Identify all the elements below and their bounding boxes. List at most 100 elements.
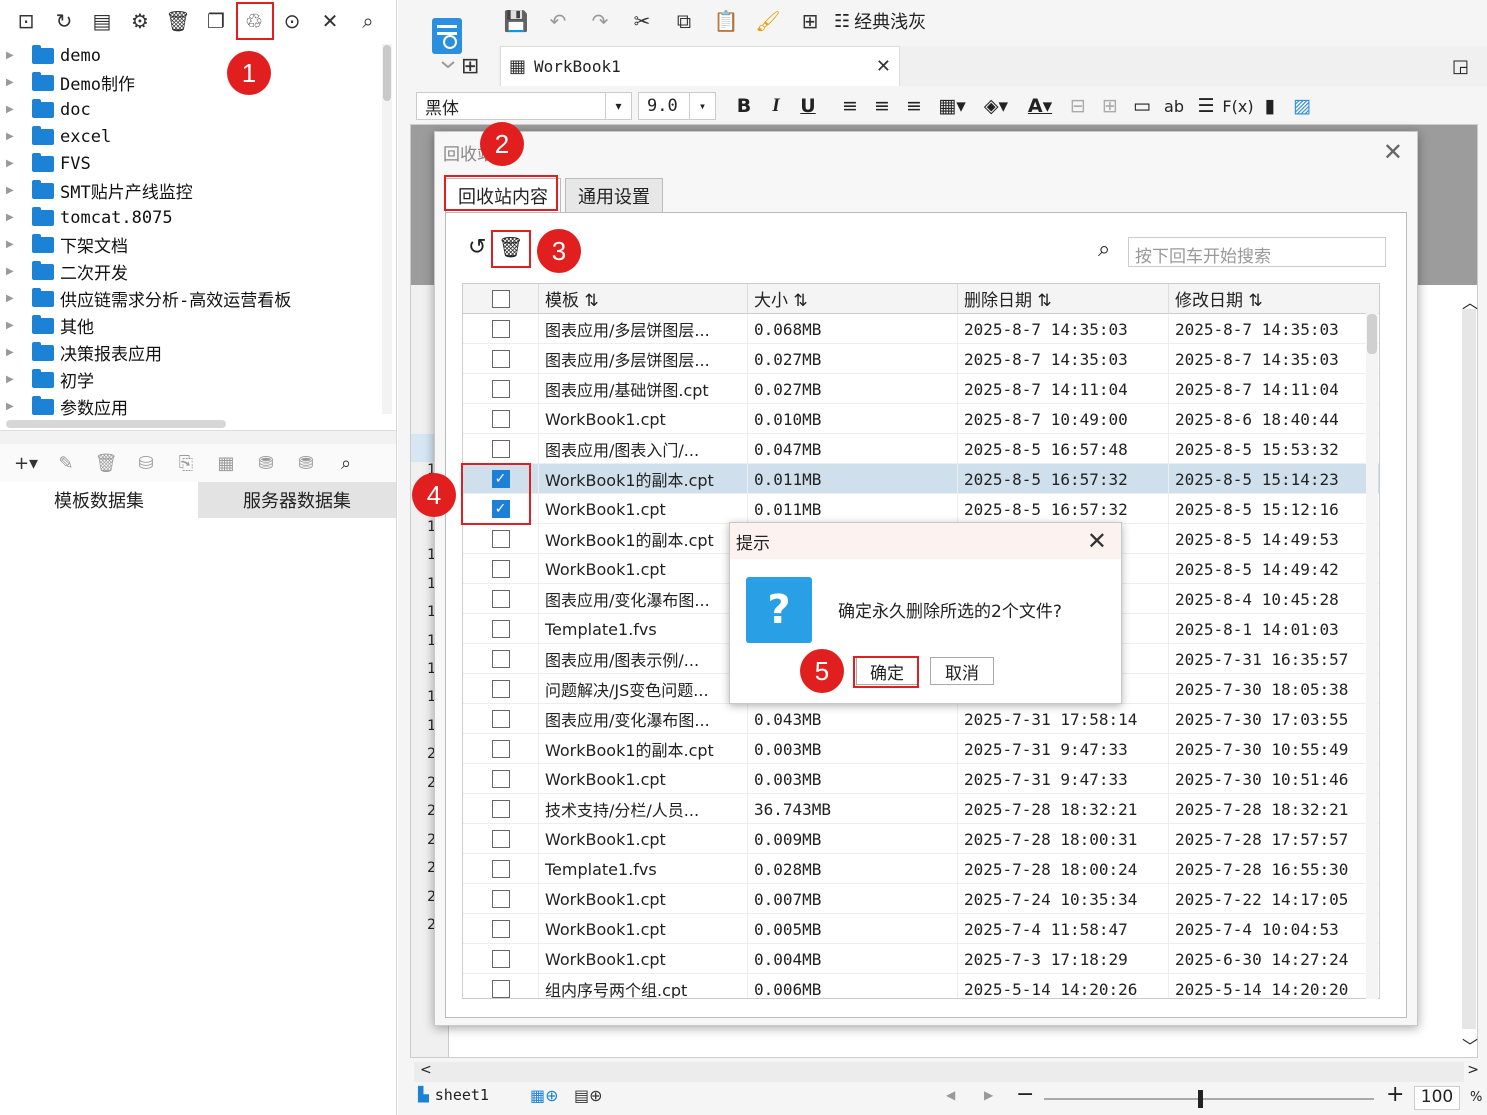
select-all-checkbox[interactable]: [491, 289, 510, 308]
row-checkbox[interactable]: [491, 950, 510, 968]
wrap-icon[interactable]: ☰: [1190, 90, 1222, 122]
search-icon[interactable]: ⌕: [350, 4, 386, 38]
row-checkbox[interactable]: [491, 800, 510, 818]
add-sheet-icon[interactable]: ▦⊕: [530, 1086, 559, 1105]
sheet-vscrollbar[interactable]: ︿ ﹀: [1460, 285, 1478, 1056]
zoom-slider[interactable]: [1044, 1090, 1374, 1108]
align-right-icon[interactable]: ≡: [898, 90, 930, 122]
align-center-icon[interactable]: ≡: [866, 90, 898, 122]
expand-arrow-icon[interactable]: ▶: [6, 239, 18, 250]
tab-template-dataset[interactable]: 模板数据集: [0, 482, 198, 518]
scroll-left-icon[interactable]: <: [420, 1062, 432, 1078]
split-icon[interactable]: ⊞: [1094, 90, 1126, 122]
table-row[interactable]: WorkBook1.cpt 0.007MB 2025-7-24 10:35:34 20…: [463, 884, 1379, 914]
locate-icon[interactable]: ⊙: [274, 4, 310, 38]
table-row[interactable]: WorkBook1.cpt 0.009MB 2025-7-28 18:00:31 20…: [463, 824, 1379, 854]
expand-arrow-icon[interactable]: ▶: [6, 374, 18, 385]
edit-icon[interactable]: ✎: [48, 453, 84, 474]
expand-arrow-icon[interactable]: ▶: [6, 401, 18, 412]
ab-button[interactable]: ab: [1158, 90, 1190, 122]
table-scrollbar[interactable]: [1366, 313, 1378, 999]
redo-icon[interactable]: ↷: [582, 9, 618, 33]
table-row[interactable]: 图表应用/图表入门/... 0.047MB 2025-8-5 16:57:48 202…: [463, 434, 1379, 464]
tree-item[interactable]: ▶ 二次开发: [0, 258, 380, 285]
close-tab-icon[interactable]: ✕: [876, 56, 891, 77]
theme-button[interactable]: ☷ 经典浅灰: [834, 8, 926, 34]
table-row[interactable]: WorkBook1.cpt 0.004MB 2025-7-3 17:18:29 202…: [463, 944, 1379, 974]
tree-scrollbar[interactable]: [382, 44, 392, 414]
new-folder-icon[interactable]: ⊡: [8, 4, 44, 38]
row-checkbox[interactable]: [491, 530, 510, 548]
sheet-scroll-track[interactable]: [1462, 309, 1476, 1029]
italic-button[interactable]: I: [760, 90, 792, 122]
copy-icon[interactable]: ❐: [198, 4, 234, 38]
font-color-button[interactable]: A ▾: [1018, 90, 1062, 122]
table-row[interactable]: WorkBook1.cpt 0.003MB 2025-7-31 9:47:33 202…: [463, 764, 1379, 794]
table-row[interactable]: Template1.fvs 0.028MB 2025-7-28 18:00:24 20…: [463, 854, 1379, 884]
table-row[interactable]: 图表应用/多层饼图层... 0.068MB 2025-8-7 14:35:03 202…: [463, 314, 1379, 344]
tree-item[interactable]: ▶ 其他: [0, 312, 380, 339]
row-checkbox[interactable]: [491, 740, 510, 758]
tree-item[interactable]: ▶ 下架文档: [0, 231, 380, 258]
expand-arrow-icon[interactable]: ▶: [6, 320, 18, 331]
open-icon[interactable]: ▤: [84, 4, 120, 38]
row-checkbox[interactable]: [491, 410, 510, 428]
tree-scroll-thumb[interactable]: [383, 45, 391, 101]
close-icon[interactable]: ✕: [1383, 138, 1403, 166]
dataset-search-icon[interactable]: ⌕: [328, 453, 364, 474]
table-row[interactable]: WorkBook1的副本.cpt 0.003MB 2025-7-31 9:47:33…: [463, 734, 1379, 764]
font-size-select[interactable]: 9.0 ▾: [638, 92, 716, 120]
row-checkbox[interactable]: [491, 620, 510, 638]
row-checkbox[interactable]: [491, 590, 510, 608]
font-family-select[interactable]: 黑体 ▾: [416, 92, 632, 120]
tab-general-settings[interactable]: 通用设置: [565, 178, 663, 212]
align-left-icon[interactable]: ≡: [834, 90, 866, 122]
row-checkbox[interactable]: [491, 770, 510, 788]
row-checkbox[interactable]: [491, 860, 510, 878]
border-icon[interactable]: ▦▾: [930, 90, 974, 122]
expand-arrow-icon[interactable]: ▶: [6, 77, 18, 88]
tree-item[interactable]: ▶ 供应链需求分析-高效运营看板: [0, 285, 380, 312]
tree-item[interactable]: ▶ Demo制作: [0, 69, 380, 96]
add-report-icon[interactable]: ▤⊕: [574, 1086, 603, 1105]
tree-item[interactable]: ▶ demo: [0, 42, 380, 69]
tree-item[interactable]: ▶ tomcat.8075: [0, 204, 380, 231]
expand-arrow-icon[interactable]: ▶: [6, 50, 18, 61]
zoom-out-icon[interactable]: −: [1016, 1082, 1034, 1107]
settings-icon[interactable]: ⚙: [122, 4, 158, 38]
zoom-input[interactable]: 100: [1414, 1086, 1460, 1110]
bold-button[interactable]: B: [728, 90, 760, 122]
format-painter-icon[interactable]: 🖌: [750, 9, 786, 33]
refresh-icon[interactable]: ↻: [46, 4, 82, 38]
prev-page-icon[interactable]: ◀: [946, 1088, 955, 1102]
panel-splitter[interactable]: [0, 430, 396, 444]
expand-arrow-icon[interactable]: ▶: [6, 185, 18, 196]
row-checkbox[interactable]: [491, 380, 510, 398]
tree-item[interactable]: ▶ FVS: [0, 150, 380, 177]
restore-icon[interactable]: ↺: [468, 235, 486, 260]
row-checkbox[interactable]: [491, 830, 510, 848]
recycle-search-input[interactable]: 按下回车开始搜索: [1128, 237, 1386, 267]
table-scroll-thumb[interactable]: [1367, 314, 1377, 354]
header-size[interactable]: 大小 ⇅: [748, 284, 958, 314]
insert-row-icon[interactable]: ▭: [1126, 90, 1158, 122]
tree-item[interactable]: ▶ doc: [0, 96, 380, 123]
image-icon[interactable]: ▨: [1286, 90, 1318, 122]
chart-icon[interactable]: ▮: [1254, 90, 1286, 122]
row-checkbox[interactable]: [491, 980, 510, 998]
header-modified[interactable]: 修改日期 ⇅: [1169, 284, 1379, 314]
tab-workbook1[interactable]: ⊞ ▦ WorkBook1 ✕: [461, 46, 900, 86]
fill-color-icon[interactable]: ◈▾: [974, 90, 1018, 122]
scroll-right-icon[interactable]: >: [1467, 1062, 1479, 1078]
row-checkbox[interactable]: [491, 560, 510, 578]
text-box-icon[interactable]: ⊞: [792, 9, 828, 33]
cut-icon[interactable]: ✂: [624, 9, 660, 33]
tree-item[interactable]: ▶ 初学: [0, 366, 380, 393]
table-row[interactable]: 技术支持/分栏/人员... 36.743MB 2025-7-28 18:32:21 2…: [463, 794, 1379, 824]
db-remove-icon[interactable]: ⛃: [288, 453, 324, 474]
table-row[interactable]: ✓ WorkBook1.cpt 0.011MB 2025-8-5 16:57:32 20…: [463, 494, 1379, 524]
underline-button[interactable]: U: [792, 90, 824, 122]
add-dataset-icon[interactable]: +▾: [8, 453, 44, 474]
copy-cell-icon[interactable]: ⧉: [666, 9, 702, 33]
expand-arrow-icon[interactable]: ▶: [6, 104, 18, 115]
